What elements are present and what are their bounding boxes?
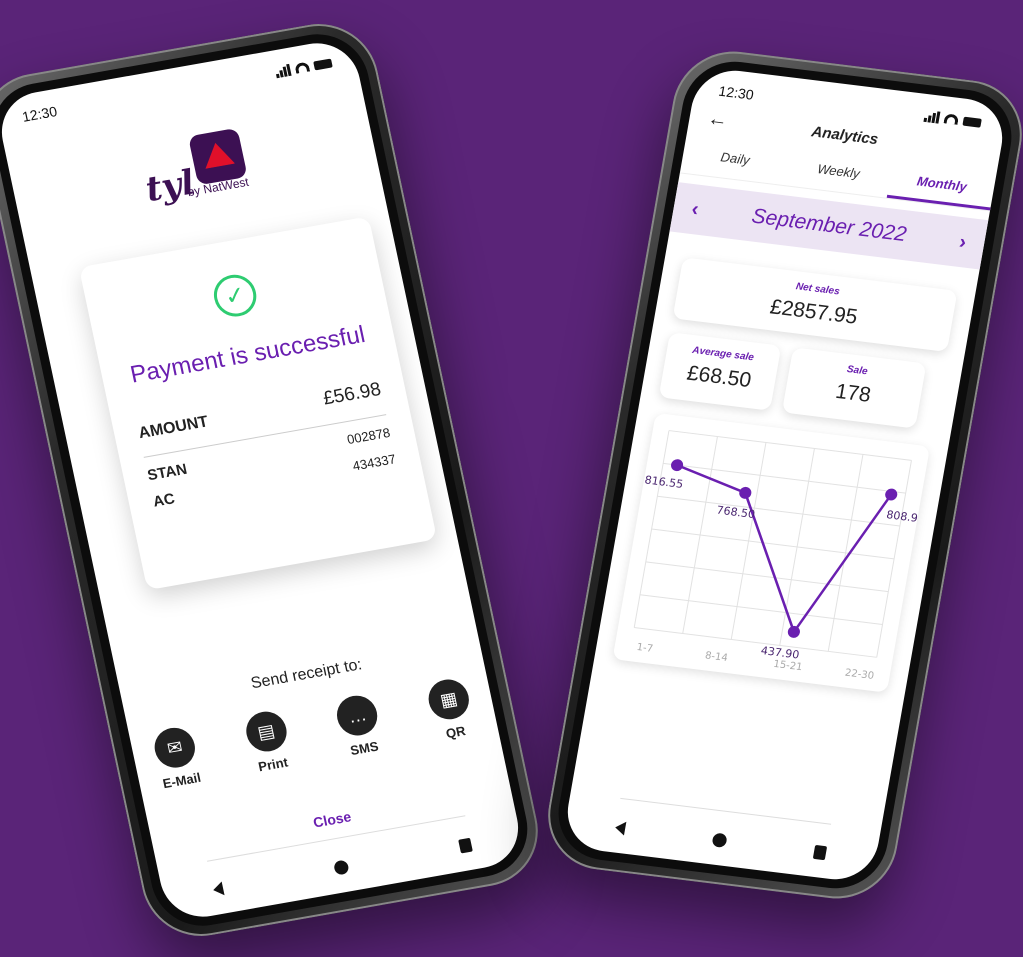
nav-back-icon[interactable] [614,820,627,836]
status-icons [274,57,333,79]
ac-value: 434337 [351,451,398,474]
sms-option[interactable]: … SMS [333,692,386,759]
data-point [671,459,684,472]
status-time: 12:30 [717,82,755,103]
stan-label: STAN [145,460,189,485]
status-bar: 12:30 [21,55,334,125]
data-label: 808.90 [885,508,925,525]
phone-right: 12:30 ← Analytics Daily Weekly Monthly ‹… [539,44,1023,906]
x-tick-label: 8-14 [704,650,728,664]
nav-back-icon[interactable] [211,881,225,897]
android-nav-bar [614,797,832,861]
sms-label: SMS [348,738,380,759]
grid-line-horizontal [639,594,883,625]
nav-recent-icon[interactable] [812,844,828,861]
payment-card: ✓ Payment is successful AMOUNT £56.98 ST… [78,216,438,591]
payment-screen: 12:30 tyl by NatWest ✓ Payment is succes… [0,36,526,924]
x-tick-label: 1-7 [636,642,654,655]
grid-line-horizontal [663,462,906,494]
nav-home-icon[interactable] [332,859,350,876]
message-icon: … [333,692,382,739]
grid-line-horizontal [651,528,895,560]
tab-weekly[interactable]: Weekly [783,157,891,197]
email-option[interactable]: ✉ E-Mail [150,724,203,792]
receipt-label: Send receipt to: [249,656,364,693]
email-label: E-Mail [161,769,203,792]
check-circle-icon: ✓ [210,271,261,320]
sales-line-chart: 816.55 768.50 437.90 808.90 1-7 8-14 15-21 22-3… [612,412,931,693]
chevron-left-icon[interactable]: ‹ [690,198,700,221]
x-tick-label: 22-30 [844,668,875,682]
data-point [885,488,898,501]
print-label: Print [256,754,290,775]
grid-line-horizontal [668,430,912,461]
qr-icon: ▦ [424,676,473,723]
back-arrow-icon[interactable]: ← [706,108,740,134]
series-line [676,463,893,635]
ac-label: AC [151,490,177,511]
tab-monthly[interactable]: Monthly [886,170,995,211]
chevron-right-icon[interactable]: › [957,231,968,254]
x-tick-label: 15-21 [772,659,803,673]
data-point [739,486,752,499]
stan-value: 002878 [345,424,392,448]
battery-icon [962,116,982,128]
status-icons [923,110,982,129]
wifi-icon [943,113,960,125]
phone-left: 12:30 tyl by NatWest ✓ Payment is succes… [0,14,549,946]
wifi-icon [294,61,311,74]
status-time: 12:30 [20,103,59,125]
average-sale-card: Average sale £68.50 [658,332,782,411]
tyl-logo: tyl by NatWest [137,127,252,210]
phone-bezel: 12:30 ← Analytics Daily Weekly Monthly ‹… [550,56,1020,894]
printer-icon: ▤ [242,708,290,755]
battery-icon [313,58,333,70]
tab-daily[interactable]: Daily [680,145,788,185]
grid-line-horizontal [657,495,900,527]
data-point [787,625,800,638]
phone-bezel: 12:30 tyl by NatWest ✓ Payment is succes… [0,26,537,934]
nav-recent-icon[interactable] [458,837,473,854]
grid-line-horizontal [634,627,877,658]
data-label: 816.55 [644,473,684,490]
payment-title: Payment is successful [127,320,368,389]
signal-icon [274,63,292,79]
qr-label: QR [444,723,467,742]
amount-label: AMOUNT [136,413,210,443]
analytics-screen: 12:30 ← Analytics Daily Weekly Monthly ‹… [561,65,1009,885]
amount-value: £56.98 [321,378,383,410]
month-label: September 2022 [749,204,909,247]
qr-option[interactable]: ▦ QR [424,676,477,743]
signal-icon [923,110,941,124]
chart-svg: 816.55768.50437.90808.901-78-1415-2122-3… [633,430,926,682]
sale-count-card: Sale 178 [781,347,927,429]
receipt-options: ✉ E-Mail ▤ Print … SMS ▦ QR [150,676,477,792]
nav-home-icon[interactable] [711,832,728,848]
grid-line-horizontal [645,561,889,593]
print-option[interactable]: ▤ Print [242,708,294,776]
mail-icon: ✉ [150,724,199,771]
